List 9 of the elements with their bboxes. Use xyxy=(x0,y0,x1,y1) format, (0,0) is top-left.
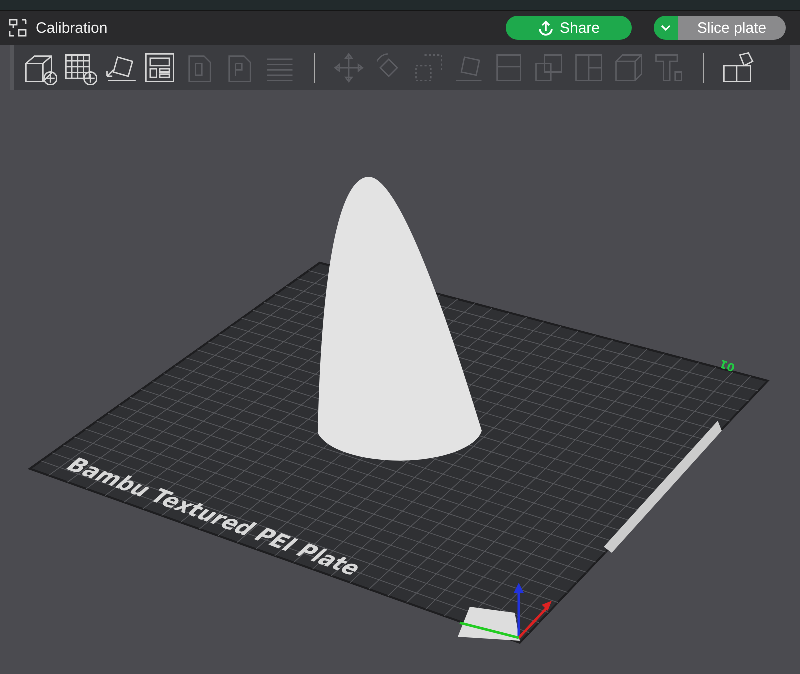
chevron-down-icon xyxy=(661,25,671,31)
calibration-icon xyxy=(8,18,28,38)
slice-plate-button[interactable]: Slice plate xyxy=(678,16,786,40)
dropdown-button[interactable] xyxy=(654,16,678,40)
window-title: Calibration xyxy=(36,20,109,36)
arrange-icon[interactable] xyxy=(143,50,177,84)
share-button[interactable]: Share xyxy=(506,16,632,40)
upload-icon xyxy=(538,20,554,36)
plate-number: 01 xyxy=(718,356,738,374)
